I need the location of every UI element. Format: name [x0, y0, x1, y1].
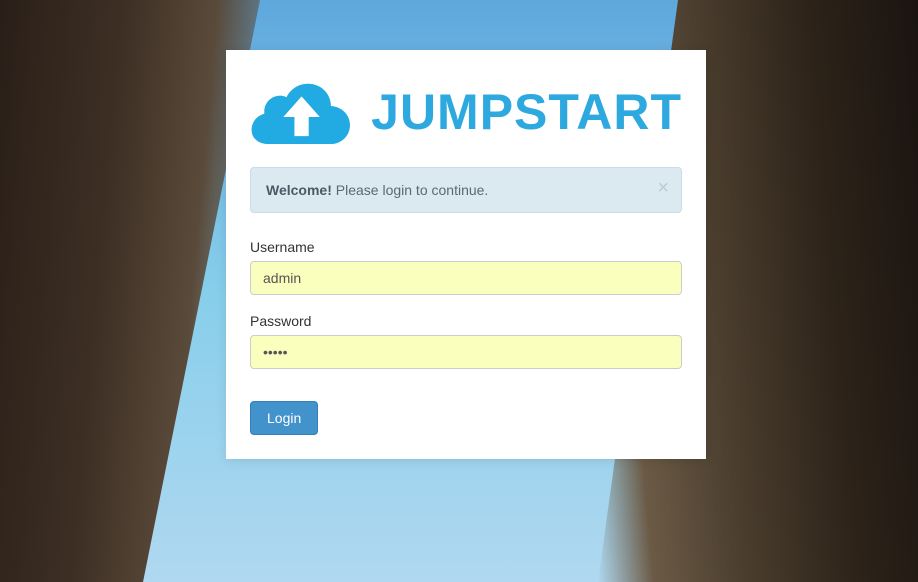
background-rock-left	[0, 0, 260, 582]
alert-message: Please login to continue.	[332, 182, 488, 198]
close-icon[interactable]: ×	[657, 178, 669, 198]
login-button[interactable]: Login	[250, 401, 318, 435]
password-group: Password	[250, 313, 682, 369]
login-card: JUMPSTART Welcome! Please login to conti…	[226, 50, 706, 459]
password-label: Password	[250, 313, 682, 329]
logo-row: JUMPSTART	[250, 74, 682, 149]
brand-name: JUMPSTART	[371, 83, 682, 141]
password-input[interactable]	[250, 335, 682, 369]
cloud-upload-icon	[250, 74, 353, 149]
username-label: Username	[250, 239, 682, 255]
alert-strong: Welcome!	[266, 182, 332, 198]
username-input[interactable]	[250, 261, 682, 295]
username-group: Username	[250, 239, 682, 295]
welcome-alert: Welcome! Please login to continue. ×	[250, 167, 682, 213]
